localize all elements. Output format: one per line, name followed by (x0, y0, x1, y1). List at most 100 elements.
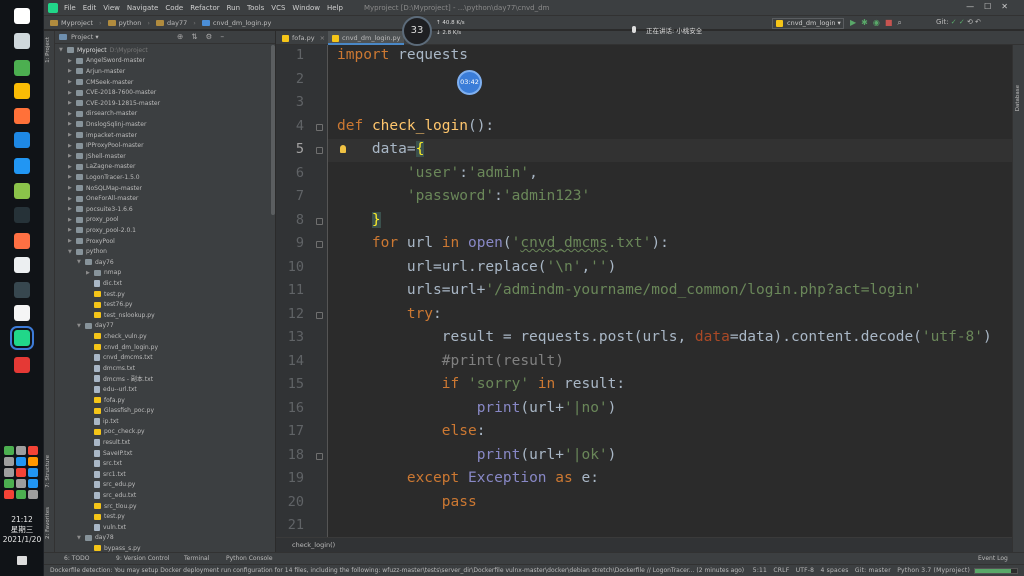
tray-icon[interactable] (16, 479, 26, 488)
wps-icon[interactable] (14, 132, 30, 148)
code-line[interactable]: 'password':'admin123' (337, 188, 590, 204)
chevron-right-icon[interactable]: ▶ (68, 174, 76, 180)
code-line[interactable]: print(url+'|ok') (337, 447, 617, 463)
chevron-right-icon[interactable]: ▶ (68, 58, 76, 64)
menu-navigate[interactable]: Navigate (127, 4, 158, 12)
tree-item[interactable]: ▶ IPProxyPool-master (68, 140, 144, 151)
desktop-app-icon[interactable] (14, 257, 30, 273)
breadcrumb-item[interactable]: Myproject › (50, 19, 102, 27)
tray-icon[interactable] (28, 468, 38, 477)
tool-window-favorites[interactable]: 2: Favorites (45, 507, 51, 539)
tree-item[interactable]: src1.txt (86, 469, 126, 480)
fold-icon[interactable] (316, 241, 323, 248)
tree-item[interactable]: dmcms - 副本.txt (86, 374, 153, 385)
tree-item[interactable]: ▶ pocsuite3-1.6.6 (68, 204, 133, 215)
chat-app-icon[interactable] (14, 158, 30, 174)
tree-item[interactable]: test.py (86, 511, 125, 522)
gear-icon[interactable]: ⚙ (206, 32, 221, 41)
menu-help[interactable]: Help (327, 4, 343, 12)
console-icon[interactable] (14, 282, 30, 298)
python-interpreter[interactable]: Python 3.7 (Myproject) (897, 567, 970, 574)
breadcrumb-item[interactable]: python › (107, 19, 150, 27)
tree-item[interactable]: ▶ NoSQLMap-master (68, 183, 142, 194)
collapse-icon[interactable]: ⇅ (191, 32, 205, 41)
project-scrollbar[interactable] (271, 45, 275, 215)
tree-item[interactable]: test.py (86, 289, 125, 300)
tree-item[interactable]: ▼ python (68, 246, 107, 257)
tree-item[interactable]: ▶ LaZagne-master (68, 162, 135, 173)
chevron-right-icon[interactable]: ▶ (68, 227, 76, 233)
cloud-app-icon[interactable] (14, 60, 30, 76)
search-icon[interactable]: ⌕ (897, 18, 906, 27)
tray-icon[interactable] (16, 457, 26, 466)
tablet-app-icon[interactable] (14, 183, 30, 199)
tree-item[interactable]: ▶ LogonTracer-1.5.0 (68, 172, 140, 183)
tree-item[interactable]: src_tlou.py (86, 501, 137, 512)
chevron-down-icon[interactable]: ▼ (77, 259, 85, 265)
chevron-right-icon[interactable]: ▶ (68, 143, 76, 149)
menu-edit[interactable]: Edit (83, 4, 97, 12)
breadcrumb-item[interactable]: cnvd_dm_login.py (201, 19, 271, 27)
tray-icon[interactable] (28, 457, 38, 466)
revert-icon[interactable]: ↶ (975, 18, 981, 26)
tree-item[interactable]: result.txt (86, 437, 130, 448)
coverage-icon[interactable]: ◉ (873, 18, 885, 27)
tree-item[interactable]: cnvd_dm_login.py (86, 342, 158, 353)
tree-item[interactable]: ▼ day78 (77, 533, 114, 544)
tree-item[interactable]: ▶ ProxyPool (68, 236, 115, 247)
menu-file[interactable]: File (64, 4, 76, 12)
bottom-tab[interactable]: Event Log (978, 555, 1008, 562)
background-task-progress[interactable] (974, 568, 1018, 574)
fold-icon[interactable] (316, 123, 323, 131)
chevron-down-icon[interactable]: ▼ (59, 47, 67, 53)
chevron-right-icon[interactable]: ▶ (68, 217, 76, 223)
code-line[interactable]: #print(result) (337, 353, 564, 369)
chevron-right-icon[interactable]: ▶ (68, 132, 76, 138)
chevron-right-icon[interactable]: ▶ (68, 90, 76, 96)
code-editor[interactable]: 1 2 3 4 5 6 7 8 9 10 11 12 13 14 15 16 17 18 19 20 21 import… (276, 45, 1024, 537)
code-line[interactable]: import requests (337, 47, 468, 63)
tree-item[interactable]: ▶ DnslogSqlinj-master (68, 119, 146, 130)
tree-item[interactable]: ▶ OneForAll-master (68, 193, 138, 204)
code-line[interactable]: urls=url+'/admindm-yourname/mod_common/l… (337, 282, 922, 298)
menu-refactor[interactable]: Refactor (190, 4, 219, 12)
browser-icon[interactable] (14, 233, 30, 249)
tree-item[interactable]: SaveIP.txt (86, 448, 132, 459)
taskbar-clock[interactable]: 21:12 星期三 2021/1/20 (0, 515, 44, 545)
tray-icon[interactable] (28, 490, 38, 499)
breadcrumb-item[interactable]: day77 › (155, 19, 196, 27)
code-line[interactable]: except Exception as e: (337, 470, 599, 486)
tree-item[interactable]: ▶ dirsearch-master (68, 109, 137, 120)
tree-item[interactable]: test76.py (86, 299, 132, 310)
firefox-icon[interactable] (14, 108, 30, 124)
git-update-icon[interactable]: ✓ (951, 18, 957, 26)
tree-item[interactable]: ▶ AngelSword-master (68, 56, 145, 67)
run-icon[interactable]: ▶ (850, 18, 861, 27)
tree-item[interactable]: ▶ CVE-2018-7600-master (68, 87, 156, 98)
chevron-right-icon[interactable]: ▶ (68, 196, 76, 202)
tray-icon[interactable] (16, 490, 26, 499)
menu-vcs[interactable]: VCS (271, 4, 285, 12)
close-icon[interactable]: × (320, 34, 325, 42)
tree-item[interactable]: edu--url.txt (86, 384, 137, 395)
code-line[interactable]: def check_login(): (337, 118, 494, 134)
locate-icon[interactable]: ⊕ (177, 32, 191, 41)
hide-icon[interactable]: – (220, 32, 232, 41)
chevron-down-icon[interactable]: ▼ (77, 535, 85, 541)
tree-item[interactable]: test_nslookup.py (86, 310, 155, 321)
code-line[interactable]: data={ (337, 141, 425, 157)
chevron-right-icon[interactable]: ▶ (86, 270, 94, 276)
tree-item[interactable]: bypass_s.py (86, 543, 141, 552)
line-separator[interactable]: CRLF (773, 567, 789, 574)
code-line[interactable]: try: (337, 306, 442, 322)
tray-icon[interactable] (4, 468, 14, 477)
project-panel-title[interactable]: Project (71, 33, 93, 41)
menu-view[interactable]: View (103, 4, 120, 12)
indent-setting[interactable]: 4 spaces (821, 567, 849, 574)
menu-tools[interactable]: Tools (247, 4, 264, 12)
git-commit-icon[interactable]: ✓ (959, 18, 965, 26)
tray-icon[interactable] (4, 490, 14, 499)
bottom-tab[interactable]: 9: Version Control (116, 555, 169, 562)
tree-item[interactable]: ▶ Arjun-master (68, 66, 125, 77)
window-controls[interactable]: —☐✕ (966, 2, 1018, 11)
